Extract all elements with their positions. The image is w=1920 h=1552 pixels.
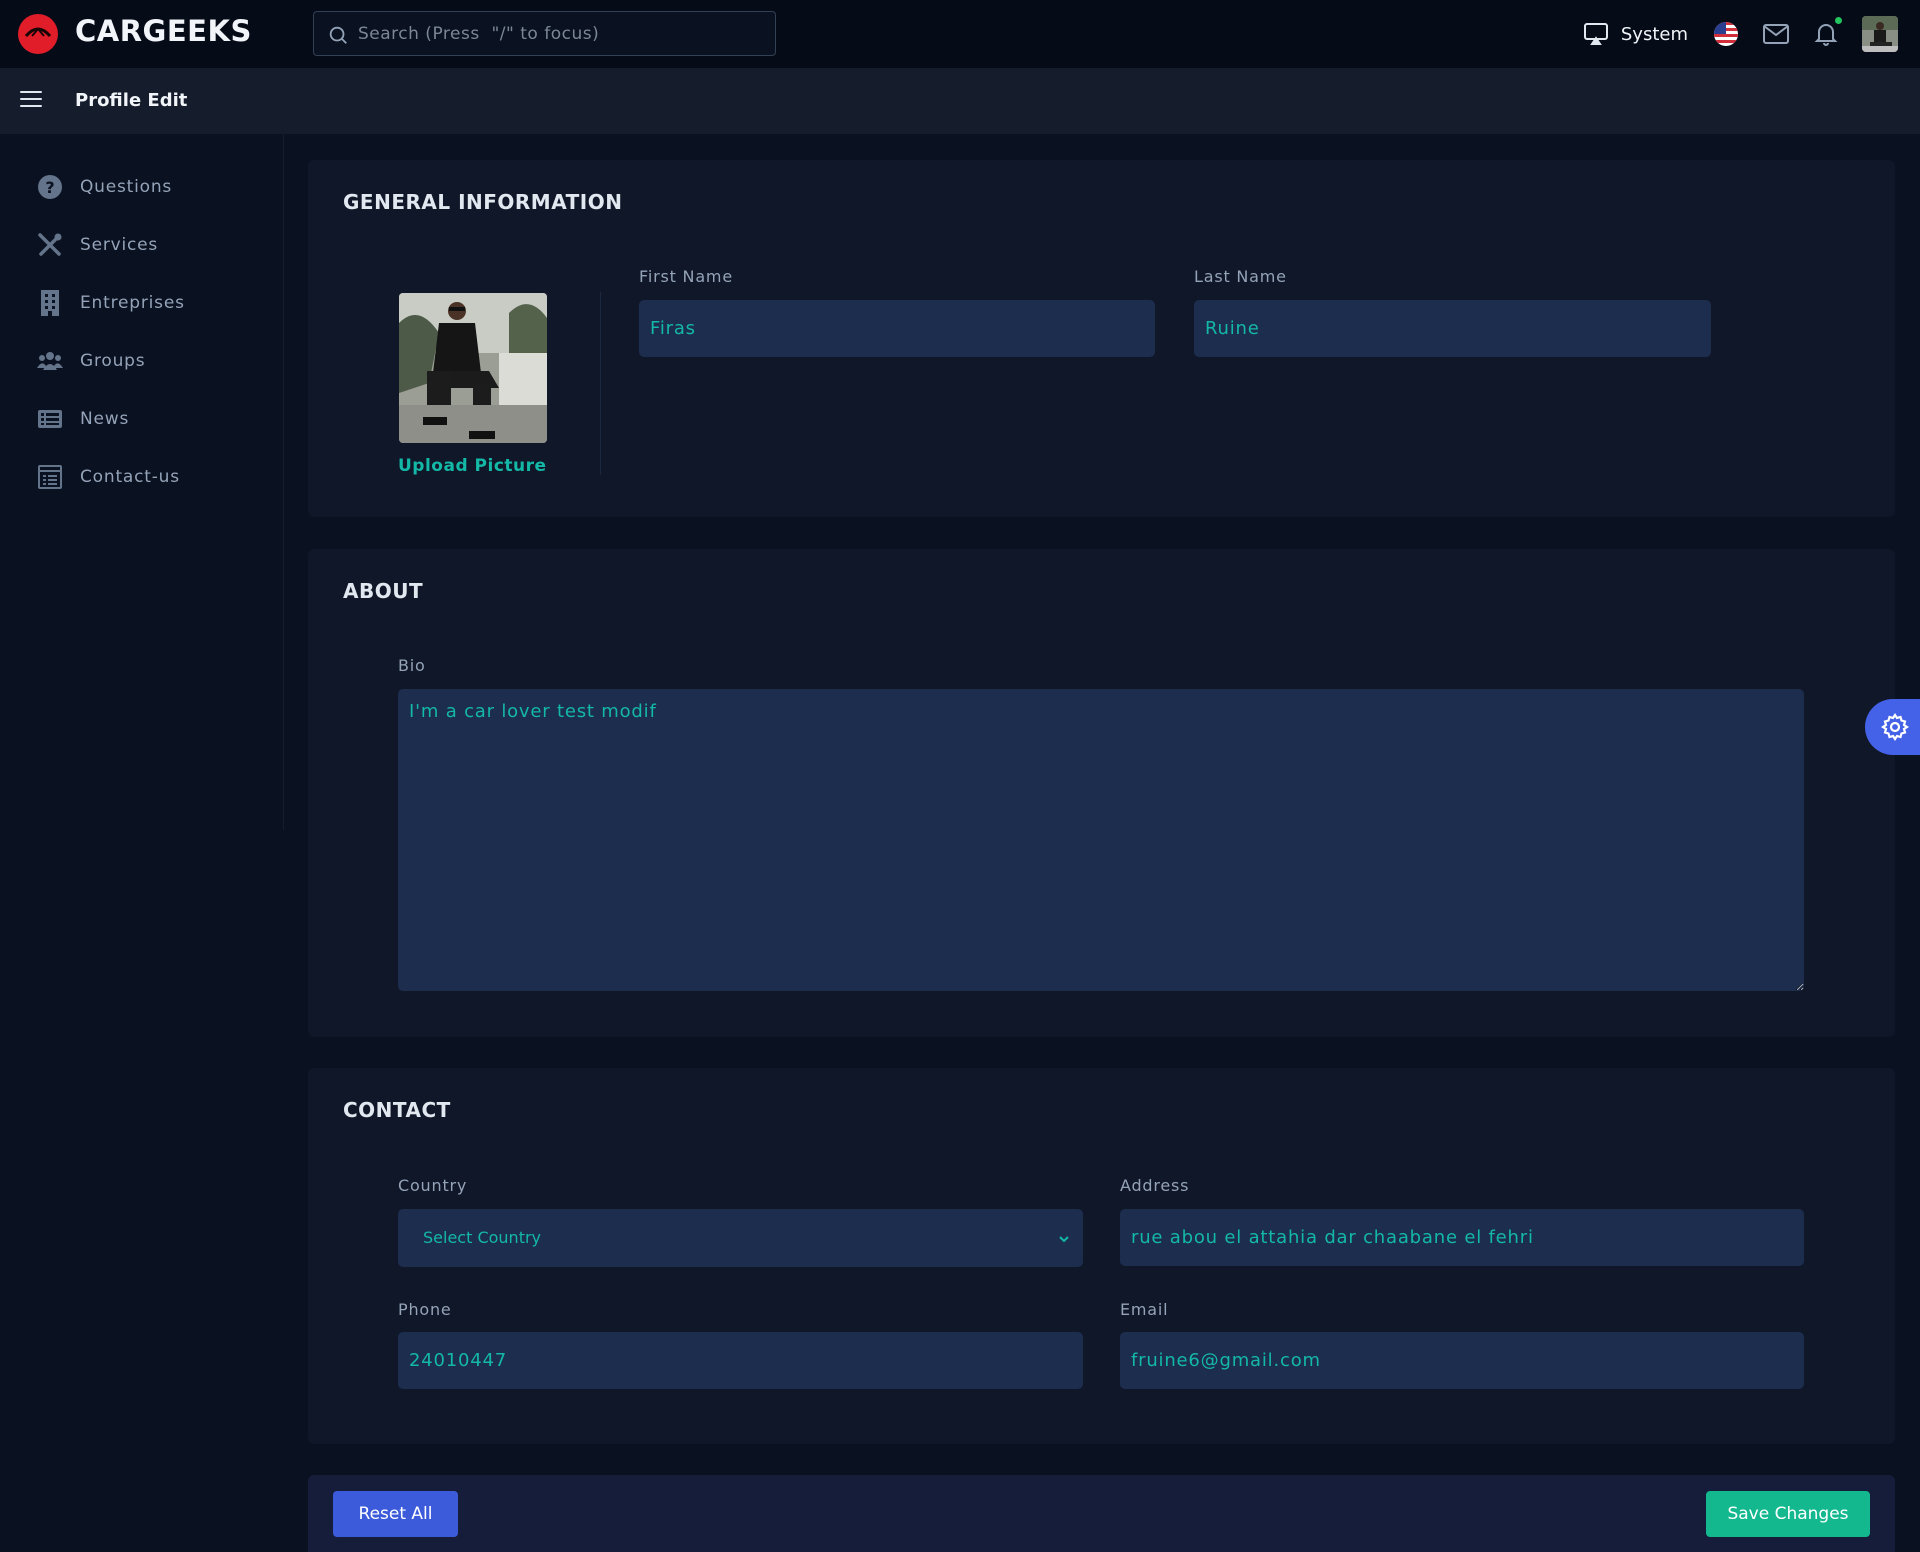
sidebar-item-label: Contact-us [80,467,180,487]
divider [600,292,601,475]
users-icon [36,347,64,375]
last-name-input[interactable] [1194,300,1711,357]
email-input[interactable] [1120,1332,1804,1389]
sidebar-item-entreprises[interactable]: Entreprises [36,287,185,319]
monitor-icon [1583,23,1608,45]
sidebar-item-label: News [80,409,130,429]
about-card: ABOUT Bio I'm a car lover test modif [308,549,1895,1037]
question-circle-icon: ? [36,173,64,201]
country-select-value: Select Country [423,1228,542,1247]
sidebar-item-label: Services [80,235,159,255]
us-flag-icon[interactable] [1712,20,1740,48]
theme-system-button[interactable]: System [1583,22,1688,46]
last-name-label: Last Name [1194,267,1287,286]
sidebar-item-label: Groups [80,351,146,371]
svg-text:?: ? [45,178,54,197]
reset-all-button[interactable]: Reset All [333,1491,458,1537]
first-name-input[interactable] [639,300,1155,357]
sidebar-item-contact-us[interactable]: Contact-us [36,461,180,493]
chevron-down-icon [1059,1236,1069,1243]
search-input[interactable] [358,12,758,55]
bio-textarea[interactable]: I'm a car lover test modif [398,689,1804,991]
page-header: Profile Edit [0,68,1920,134]
settings-gear-button[interactable] [1865,699,1920,755]
top-actions: System [1583,14,1898,54]
email-label: Email [1120,1300,1169,1319]
phone-input[interactable] [398,1332,1083,1389]
sidebar: ? Questions Services Entreprises Groups … [0,134,284,830]
first-name-label: First Name [639,267,733,286]
save-changes-button[interactable]: Save Changes [1706,1491,1870,1537]
address-label: Address [1120,1176,1190,1195]
bio-label: Bio [398,656,426,675]
sidebar-item-services[interactable]: Services [36,229,158,261]
menu-toggle-icon[interactable] [20,91,42,111]
notification-dot [1835,17,1842,24]
theme-label: System [1620,23,1688,45]
contact-form-icon [36,463,64,491]
phone-label: Phone [398,1300,452,1319]
page-title: Profile Edit [75,90,188,111]
section-title: CONTACT [343,1098,451,1122]
country-label: Country [398,1176,468,1195]
country-select[interactable]: Select Country [398,1209,1083,1267]
form-actions-bar: Reset All Save Changes [308,1475,1895,1552]
notification-bell-icon[interactable] [1812,17,1842,48]
general-information-card: GENERAL INFORMATION Upload Picture First… [308,160,1895,517]
section-title: GENERAL INFORMATION [343,190,623,214]
search-box[interactable] [313,11,776,56]
contact-card: CONTACT Country Select Country Address P… [308,1068,1895,1444]
user-avatar[interactable] [1862,16,1898,52]
newspaper-icon [36,405,64,433]
sidebar-item-label: Questions [80,177,173,197]
brand-logo-icon[interactable] [18,14,58,54]
gear-icon [1881,713,1909,741]
address-input[interactable] [1120,1209,1804,1266]
sidebar-item-label: Entreprises [80,293,185,313]
brand-name[interactable]: CARGEEKS [75,14,252,48]
profile-picture [399,293,547,443]
building-icon [36,289,64,317]
upload-picture-link[interactable]: Upload Picture [398,456,547,476]
search-icon [329,26,347,44]
sidebar-item-questions[interactable]: ? Questions [36,171,172,203]
sidebar-item-news[interactable]: News [36,403,129,435]
mail-icon[interactable] [1762,20,1790,48]
sidebar-item-groups[interactable]: Groups [36,345,145,377]
tools-icon [36,231,64,259]
section-title: ABOUT [343,579,424,603]
top-navbar: CARGEEKS System [0,0,1920,68]
